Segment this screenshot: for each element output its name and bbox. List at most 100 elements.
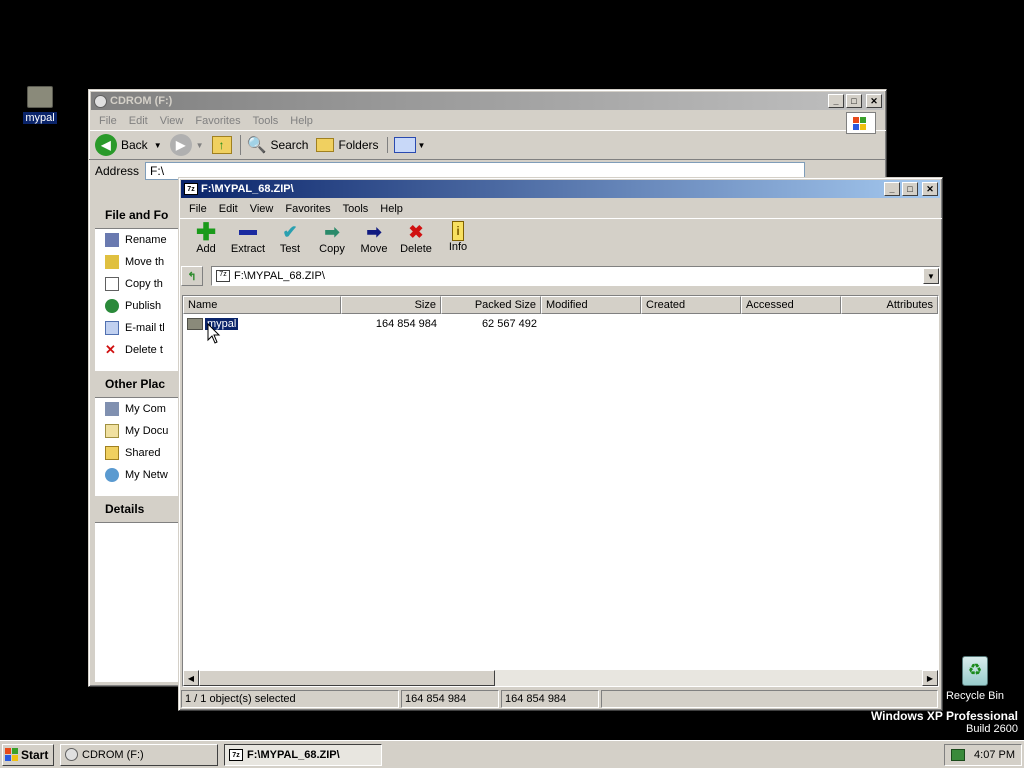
chevron-down-icon: ▼ <box>195 140 204 150</box>
add-button[interactable]: ✚ Add <box>185 218 227 264</box>
menu-favorites[interactable]: Favorites <box>189 115 246 127</box>
views-button[interactable]: ▼ <box>386 137 426 153</box>
maximize-button[interactable]: □ <box>902 182 918 196</box>
task-rename[interactable]: Rename <box>95 229 185 251</box>
path-combobox[interactable]: 7z F:\MYPAL_68.ZIP\ ▼ <box>211 266 940 286</box>
folder-icon <box>27 86 53 108</box>
column-size[interactable]: Size <box>341 296 441 314</box>
task-publish[interactable]: Publish <box>95 295 185 317</box>
menu-view[interactable]: View <box>244 203 280 215</box>
menu-tools[interactable]: Tools <box>337 203 375 215</box>
task-copy[interactable]: Copy th <box>95 273 185 295</box>
menu-favorites[interactable]: Favorites <box>279 203 336 215</box>
status-packed: 164 854 984 <box>501 690 599 708</box>
up-folder-button[interactable]: ↰ <box>181 266 203 286</box>
scroll-left-icon[interactable]: ◀ <box>183 670 199 686</box>
place-my-network[interactable]: My Netw <box>95 464 185 486</box>
7zip-app-icon: 7z <box>184 183 198 195</box>
tool-label: Delete <box>400 243 432 255</box>
task-delete[interactable]: ✕ Delete t <box>95 339 185 361</box>
taskbar-button-7zip[interactable]: 7z F:\MYPAL_68.ZIP\ <box>224 743 382 766</box>
close-button[interactable]: ✕ <box>922 182 938 196</box>
search-button[interactable]: 🔍 Search <box>239 135 309 155</box>
file-tasks-header[interactable]: File and Fo <box>95 202 185 229</box>
task-label: Publish <box>125 300 162 312</box>
menu-file[interactable]: File <box>93 115 123 127</box>
place-label: My Com <box>125 403 166 415</box>
chevron-down-icon: ▼ <box>417 140 426 150</box>
address-value: F:\ <box>150 164 165 178</box>
minimize-button[interactable]: _ <box>828 94 844 108</box>
clock[interactable]: 4:07 PM <box>974 749 1015 761</box>
place-label: My Docu <box>125 425 169 437</box>
column-name[interactable]: Name <box>183 296 341 314</box>
7zip-window[interactable]: 7z F:\MYPAL_68.ZIP\ _ □ ✕ File Edit View… <box>178 177 943 711</box>
window-title: F:\MYPAL_68.ZIP\ <box>201 183 294 195</box>
delete-button[interactable]: ✖ Delete <box>395 221 437 264</box>
path-value: F:\MYPAL_68.ZIP\ <box>234 270 325 282</box>
7zip-app-icon: 7z <box>229 748 243 761</box>
place-shared[interactable]: Shared <box>95 442 185 464</box>
rename-icon <box>105 233 119 247</box>
maximize-button[interactable]: □ <box>846 94 862 108</box>
start-button[interactable]: Start <box>2 743 54 766</box>
up-folder-button[interactable]: ↑ <box>211 136 232 154</box>
7zip-titlebar[interactable]: 7z F:\MYPAL_68.ZIP\ _ □ ✕ <box>181 180 940 198</box>
desktop-icon-recycle-bin[interactable]: ♻ Recycle Bin <box>940 656 1010 702</box>
explorer-toolbar: ◀ Back ▼ ▶ ▼ ↑ 🔍 Search Folders ▼ <box>89 130 886 160</box>
scroll-right-icon[interactable]: ▶ <box>922 670 938 686</box>
menu-edit[interactable]: Edit <box>123 115 154 127</box>
file-list[interactable]: Name Size Packed Size Modified Created A… <box>182 295 939 687</box>
table-row[interactable]: mypal 164 854 984 62 567 492 <box>183 315 938 333</box>
column-created[interactable]: Created <box>641 296 741 314</box>
place-my-computer[interactable]: My Com <box>95 398 185 420</box>
folders-button[interactable]: Folders <box>316 138 379 152</box>
menu-file[interactable]: File <box>183 203 213 215</box>
folders-icon <box>316 138 335 152</box>
column-attributes[interactable]: Attributes <box>841 296 938 314</box>
back-button[interactable]: ◀ Back ▼ <box>95 134 162 156</box>
close-button[interactable]: ✕ <box>866 94 882 108</box>
folders-label: Folders <box>338 138 379 152</box>
task-email[interactable]: E-mail tl <box>95 317 185 339</box>
info-button[interactable]: i Info <box>437 221 479 264</box>
folder-icon <box>105 446 119 460</box>
menu-edit[interactable]: Edit <box>213 203 244 215</box>
task-move[interactable]: Move th <box>95 251 185 273</box>
safely-remove-hardware-icon[interactable] <box>951 748 965 761</box>
place-my-documents[interactable]: My Docu <box>95 420 185 442</box>
forward-button[interactable]: ▶ ▼ <box>169 134 204 156</box>
search-label: Search <box>270 138 309 152</box>
os-watermark-build: Build 2600 <box>966 723 1018 735</box>
system-tray: 4:07 PM <box>944 743 1022 766</box>
column-packed-size[interactable]: Packed Size <box>441 296 541 314</box>
menu-help[interactable]: Help <box>374 203 409 215</box>
details-header[interactable]: Details <box>95 496 185 523</box>
file-tasks-group: File and Fo Rename Move th Copy th Publi… <box>95 202 185 361</box>
windows-logo-icon <box>846 112 876 134</box>
up-folder-icon: ↑ <box>211 136 232 154</box>
task-label: Move th <box>125 256 165 268</box>
menu-help[interactable]: Help <box>284 115 319 127</box>
back-arrow-icon: ◀ <box>95 134 117 156</box>
explorer-menubar: File Edit View Favorites Tools Help <box>89 112 886 130</box>
extract-button[interactable]: Extract <box>227 221 269 264</box>
other-places-header[interactable]: Other Plac <box>95 371 185 398</box>
test-button[interactable]: ✔ Test <box>269 221 311 264</box>
scrollbar-thumb[interactable] <box>199 670 495 686</box>
column-accessed[interactable]: Accessed <box>741 296 841 314</box>
column-modified[interactable]: Modified <box>541 296 641 314</box>
up-folder-icon: ↰ <box>187 270 197 283</box>
horizontal-scrollbar[interactable]: ◀ ▶ <box>183 670 938 686</box>
menu-view[interactable]: View <box>154 115 190 127</box>
add-icon: ✚ <box>195 218 217 246</box>
copy-button[interactable]: ➡ Copy <box>311 221 353 264</box>
desktop-icon-mypal[interactable]: mypal <box>18 86 62 124</box>
taskbar-button-cdrom[interactable]: CDROM (F:) <box>60 743 218 766</box>
menu-tools[interactable]: Tools <box>247 115 285 127</box>
window-title: CDROM (F:) <box>110 95 173 107</box>
move-button[interactable]: ➡ Move <box>353 221 395 264</box>
explorer-titlebar[interactable]: CDROM (F:) _ □ ✕ <box>91 92 884 110</box>
chevron-down-icon[interactable]: ▼ <box>923 268 939 284</box>
minimize-button[interactable]: _ <box>884 182 900 196</box>
